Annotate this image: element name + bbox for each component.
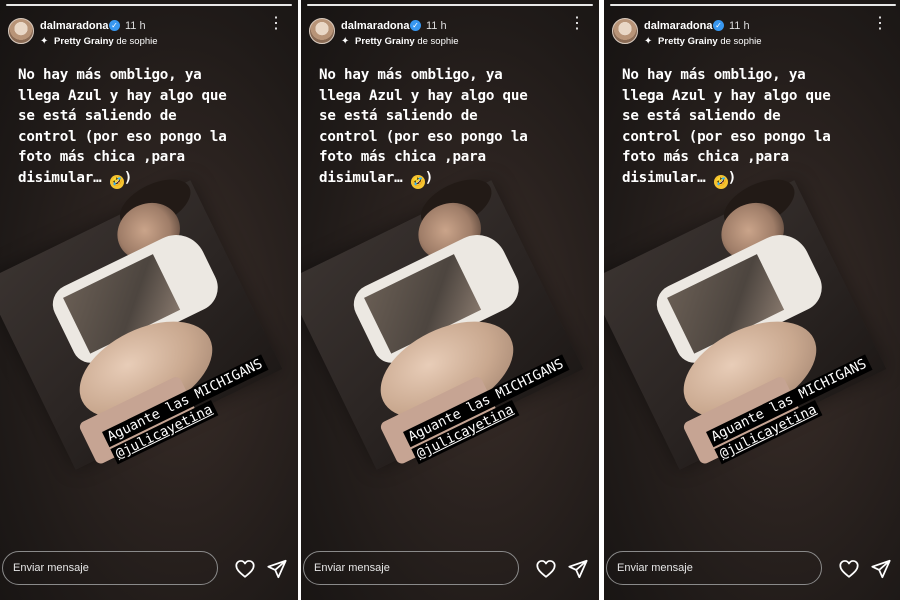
- send-icon[interactable]: [870, 558, 892, 580]
- username[interactable]: dalmaradona: [341, 20, 409, 32]
- caption-line: control (por eso pongo la: [622, 128, 831, 145]
- send-message-input[interactable]: [606, 551, 822, 585]
- caption-line: disimular…: [319, 169, 403, 186]
- caption-line: disimular…: [18, 169, 102, 186]
- caption-end: ): [727, 169, 737, 186]
- filter-author: de sophie: [116, 36, 158, 47]
- story-progress-bar: [307, 4, 593, 6]
- heart-icon[interactable]: [535, 558, 557, 580]
- story-header: dalmaradona ✓ 11 h ⋮ ✦ Pretty Grainy de …: [604, 14, 900, 54]
- avatar[interactable]: [8, 18, 34, 44]
- caption-line: llega Azul y hay algo que: [18, 87, 227, 104]
- avatar[interactable]: [612, 18, 638, 44]
- story-panel[interactable]: dalmaradona ✓ 11 h ⋮ ✦ Pretty Grainy de …: [301, 0, 599, 600]
- caption-line: No hay más ombligo, ya: [319, 67, 503, 83]
- caption-line: se está saliendo de: [319, 108, 478, 124]
- caption-line: foto más chica ,para: [319, 149, 486, 165]
- filter-credit[interactable]: ✦ Pretty Grainy de sophie: [644, 36, 762, 47]
- username[interactable]: dalmaradona: [40, 20, 108, 32]
- story-progress-bar: [610, 4, 896, 6]
- send-icon[interactable]: [567, 558, 589, 580]
- caption-line: No hay más ombligo, ya: [622, 67, 806, 83]
- caption-line: control (por eso pongo la: [319, 128, 528, 145]
- caption-end: ): [123, 169, 133, 186]
- more-options-icon[interactable]: ⋮: [872, 16, 888, 32]
- caption-line: se está saliendo de: [622, 108, 781, 124]
- filter-author: de sophie: [417, 36, 459, 47]
- filter-name: Pretty Grainy: [54, 36, 114, 47]
- filter-author: de sophie: [720, 36, 762, 47]
- caption-line: foto más chica ,para: [622, 149, 789, 165]
- story-caption: No hay más ombligo, ya llega Azul y hay …: [18, 65, 288, 189]
- sparkle-icon: ✦: [40, 36, 49, 47]
- post-time: 11 h: [426, 20, 447, 32]
- send-message-input[interactable]: [2, 551, 218, 585]
- caption-line: llega Azul y hay algo que: [622, 87, 831, 104]
- caption-line: se está saliendo de: [18, 108, 177, 124]
- avatar[interactable]: [309, 18, 335, 44]
- story-footer: [604, 551, 900, 588]
- filter-name: Pretty Grainy: [355, 36, 415, 47]
- filter-name: Pretty Grainy: [658, 36, 718, 47]
- story-progress-bar: [6, 4, 292, 6]
- story-panel[interactable]: dalmaradona ✓ 11 h ⋮ ✦ Pretty Grainy de …: [0, 0, 298, 600]
- rofl-emoji-icon: 🤣: [410, 174, 425, 189]
- filter-credit[interactable]: ✦ Pretty Grainy de sophie: [40, 36, 158, 47]
- verified-badge-icon: ✓: [410, 20, 421, 31]
- verified-badge-icon: ✓: [713, 20, 724, 31]
- heart-icon[interactable]: [838, 558, 860, 580]
- sparkle-icon: ✦: [341, 36, 350, 47]
- rofl-emoji-icon: 🤣: [713, 174, 728, 189]
- story-header: dalmaradona ✓ 11 h ⋮ ✦ Pretty Grainy de …: [0, 14, 298, 54]
- caption-line: control (por eso pongo la: [18, 128, 227, 145]
- story-triptych: dalmaradona ✓ 11 h ⋮ ✦ Pretty Grainy de …: [0, 0, 900, 600]
- story-caption: No hay más ombligo, ya llega Azul y hay …: [622, 65, 892, 189]
- caption-line: disimular…: [622, 169, 706, 186]
- story-footer: [0, 551, 298, 588]
- sparkle-icon: ✦: [644, 36, 653, 47]
- caption-line: llega Azul y hay algo que: [319, 87, 528, 104]
- story-footer: [301, 551, 599, 588]
- post-time: 11 h: [125, 20, 146, 32]
- story-panel[interactable]: dalmaradona ✓ 11 h ⋮ ✦ Pretty Grainy de …: [604, 0, 900, 600]
- send-message-input[interactable]: [303, 551, 519, 585]
- post-time: 11 h: [729, 20, 750, 32]
- rofl-emoji-icon: 🤣: [109, 174, 124, 189]
- username[interactable]: dalmaradona: [644, 20, 712, 32]
- caption-line: foto más chica ,para: [18, 149, 185, 165]
- send-icon[interactable]: [266, 558, 288, 580]
- filter-credit[interactable]: ✦ Pretty Grainy de sophie: [341, 36, 459, 47]
- story-header: dalmaradona ✓ 11 h ⋮ ✦ Pretty Grainy de …: [301, 14, 599, 54]
- more-options-icon[interactable]: ⋮: [268, 16, 284, 32]
- caption-end: ): [424, 169, 434, 186]
- more-options-icon[interactable]: ⋮: [569, 16, 585, 32]
- story-caption: No hay más ombligo, ya llega Azul y hay …: [319, 65, 589, 189]
- heart-icon[interactable]: [234, 558, 256, 580]
- verified-badge-icon: ✓: [109, 20, 120, 31]
- caption-line: No hay más ombligo, ya: [18, 67, 202, 83]
